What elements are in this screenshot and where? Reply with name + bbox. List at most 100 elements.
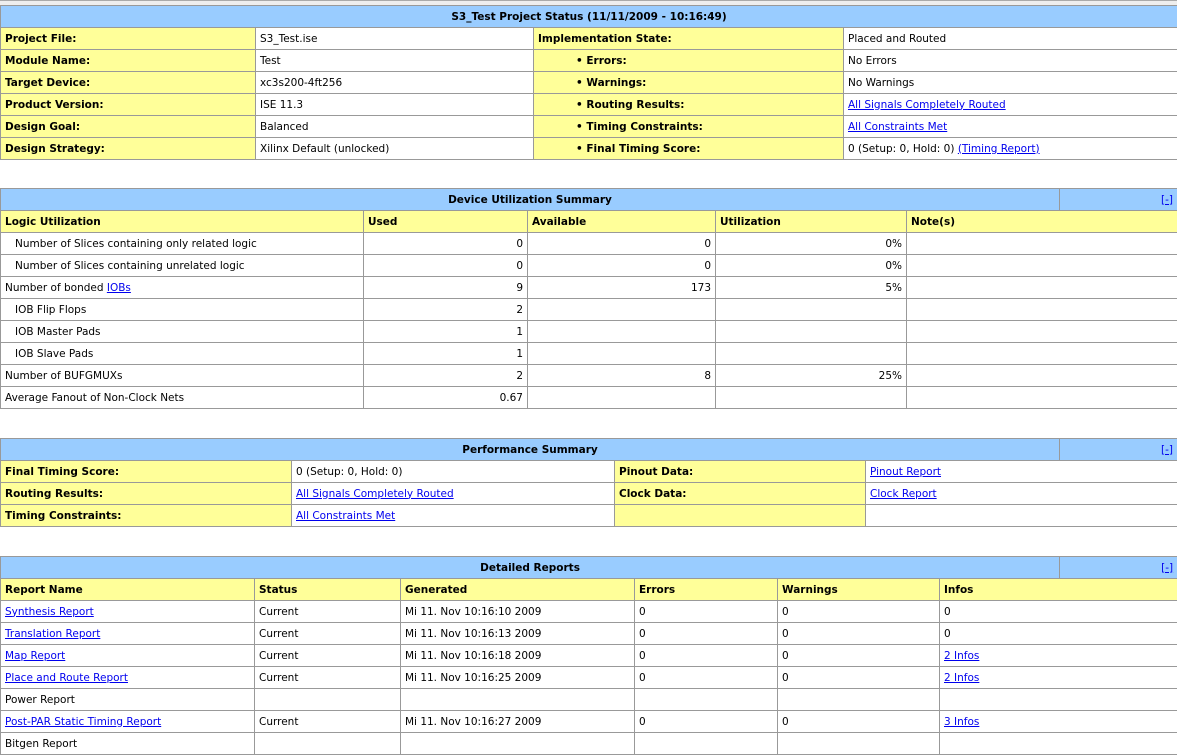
report-name: Power Report xyxy=(0,688,255,711)
field-value-link[interactable]: All Signals Completely Routed xyxy=(848,99,1006,111)
metric-name: IOB Flip Flops xyxy=(0,298,364,321)
collapse-toggle: [-] xyxy=(1059,438,1177,461)
report-status: Current xyxy=(254,666,401,689)
table-row: Final Timing Score: 0 (Setup: 0, Hold: 0)… xyxy=(0,460,1177,483)
field-value-link[interactable]: All Signals Completely Routed xyxy=(296,488,454,500)
used-value: 1 xyxy=(363,342,528,365)
field-label: Product Version: xyxy=(0,93,256,116)
report-generated: Mi 11. Nov 10:16:25 2009 xyxy=(400,666,635,689)
iobs-link[interactable]: IOBs xyxy=(107,282,131,294)
field-value: Placed and Routed xyxy=(842,27,1177,50)
report-name-link[interactable]: Place and Route Report xyxy=(5,672,128,684)
field-value: No Warnings xyxy=(842,71,1177,94)
report-infos-link[interactable]: 3 Infos xyxy=(944,716,979,728)
report-infos: 0 xyxy=(938,622,1177,645)
table-row: Number of bonded IOBs 9 173 5% xyxy=(0,276,1177,299)
metric-name: Number of Slices containing unrelated lo… xyxy=(0,254,364,277)
table-row: Timing Constraints: All Constraints Met xyxy=(0,504,1177,527)
field-label: Design Strategy: xyxy=(0,137,256,160)
field-label: Clock Data: xyxy=(614,482,866,505)
utilization-value xyxy=(715,342,907,365)
field-value: Xilinx Default (unlocked) xyxy=(255,137,534,160)
collapse-toggle-link[interactable]: [-] xyxy=(1161,444,1173,456)
field-value: No Errors xyxy=(842,49,1177,72)
report-row: Post-PAR Static Timing Report Current Mi 1… xyxy=(0,710,1177,733)
field-value-link[interactable]: All Constraints Met xyxy=(848,121,947,133)
collapse-toggle-link[interactable]: [-] xyxy=(1161,194,1173,206)
report-errors: 0 xyxy=(634,644,778,667)
metric-name: Number of bonded IOBs xyxy=(0,276,364,299)
report-warnings: 0 xyxy=(777,710,940,733)
report-generated: Mi 11. Nov 10:16:18 2009 xyxy=(400,644,635,667)
column-header: Errors xyxy=(634,578,778,601)
report-row: Bitgen Report xyxy=(0,732,1177,755)
field-label: Implementation State: xyxy=(533,27,844,50)
report-name-link[interactable]: Translation Report xyxy=(5,628,100,640)
column-header: Generated xyxy=(400,578,635,601)
notes-value xyxy=(906,276,1177,299)
field-value: Clock Report xyxy=(865,482,1177,505)
field-label: Pinout Data: xyxy=(614,460,866,483)
table-title: Device Utilization Summary xyxy=(0,188,1060,211)
table-row: IOB Slave Pads 1 xyxy=(0,342,1177,365)
notes-value xyxy=(906,232,1177,255)
table-row: Number of Slices containing unrelated lo… xyxy=(0,254,1177,277)
report-warnings: 0 xyxy=(777,600,940,623)
header-row: Detailed Reports [-] xyxy=(0,556,1177,579)
report-infos-link[interactable]: 2 Infos xyxy=(944,672,979,684)
detailed-reports-table: Detailed Reports [-] Report Name Status Gene… xyxy=(0,556,1177,755)
table-row: Number of Slices containing only related… xyxy=(0,232,1177,255)
field-value-link[interactable]: Pinout Report xyxy=(870,466,941,478)
report-status: Current xyxy=(254,622,401,645)
field-label: • Final Timing Score: xyxy=(533,137,844,160)
table-row: Average Fanout of Non-Clock Nets 0.67 xyxy=(0,386,1177,409)
field-value: All Signals Completely Routed xyxy=(842,93,1177,116)
report-errors: 0 xyxy=(634,710,778,733)
report-name-link[interactable]: Map Report xyxy=(5,650,65,662)
report-warnings: 0 xyxy=(777,644,940,667)
report-infos: 0 xyxy=(938,600,1177,623)
used-value: 0 xyxy=(363,232,528,255)
report-warnings: 0 xyxy=(777,622,940,645)
field-value: ISE 11.3 xyxy=(255,93,534,116)
report-name-link[interactable]: Post-PAR Static Timing Report xyxy=(5,716,161,728)
field-value: xc3s200-4ft256 xyxy=(255,71,534,94)
utilization-value xyxy=(715,320,907,343)
report-errors: 0 xyxy=(634,600,778,623)
table-row: Number of BUFGMUXs 2 8 25% xyxy=(0,364,1177,387)
used-value: 2 xyxy=(363,364,528,387)
field-value: All Constraints Met xyxy=(842,115,1177,138)
field-value: All Signals Completely Routed xyxy=(291,482,615,505)
field-value: S3_Test.ise xyxy=(255,27,534,50)
report-name: Place and Route Report xyxy=(0,666,255,689)
column-header: Logic Utilization xyxy=(0,210,364,233)
report-name: Map Report xyxy=(0,644,255,667)
field-label: Final Timing Score: xyxy=(0,460,292,483)
report-row: Synthesis Report Current Mi 11. Nov 10:16:… xyxy=(0,600,1177,623)
field-value-link[interactable]: Clock Report xyxy=(870,488,937,500)
field-value-link[interactable]: All Constraints Met xyxy=(296,510,395,522)
report-name-link[interactable]: Synthesis Report xyxy=(5,606,94,618)
column-header: Used xyxy=(363,210,528,233)
field-value: Pinout Report xyxy=(865,460,1177,483)
field-label: Design Goal: xyxy=(0,115,256,138)
notes-value xyxy=(906,364,1177,387)
field-value: All Constraints Met xyxy=(291,504,615,527)
table-row: Target Device: xc3s200-4ft256 • Warnings: N… xyxy=(0,71,1177,94)
report-infos-link[interactable]: 2 Infos xyxy=(944,650,979,662)
report-status xyxy=(254,688,401,711)
column-header: Status xyxy=(254,578,401,601)
table-row: Design Strategy: Xilinx Default (unlocked… xyxy=(0,137,1177,160)
timing-report-link[interactable]: (Timing Report) xyxy=(958,143,1040,155)
notes-value xyxy=(906,254,1177,277)
column-headers: Report Name Status Generated Errors Warnings… xyxy=(0,578,1177,601)
field-label: Project File: xyxy=(0,27,256,50)
report-name: Post-PAR Static Timing Report xyxy=(0,710,255,733)
report-infos xyxy=(938,732,1177,755)
header-row: Device Utilization Summary [-] xyxy=(0,188,1177,211)
table-title: Detailed Reports xyxy=(0,556,1061,579)
report-generated: Mi 11. Nov 10:16:27 2009 xyxy=(400,710,635,733)
collapse-toggle-link[interactable]: [-] xyxy=(1161,562,1173,574)
report-status xyxy=(254,732,401,755)
field-value xyxy=(865,504,1177,527)
